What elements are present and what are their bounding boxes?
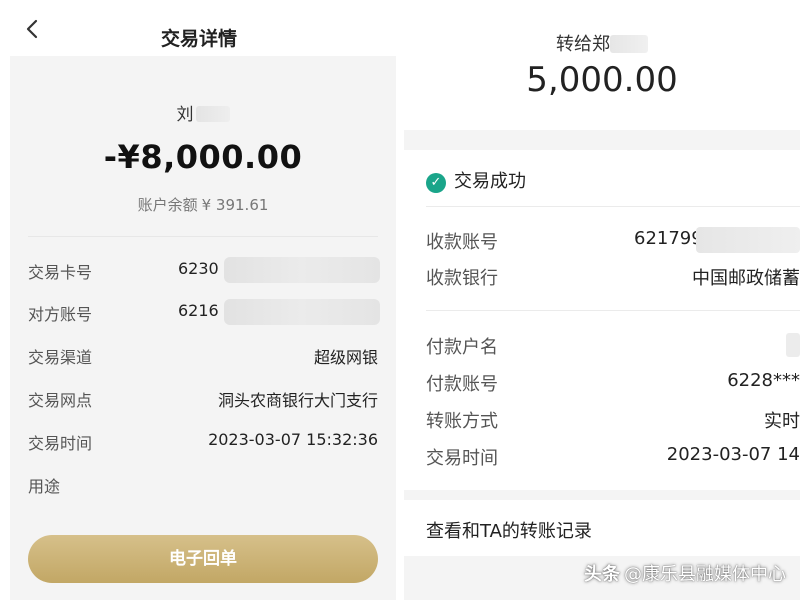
row-purpose: 用途	[10, 471, 396, 497]
divider	[28, 236, 378, 237]
row-value: 6228***	[727, 370, 800, 391]
account-balance: 账户余额 ¥ 391.61	[10, 194, 396, 215]
row-payer-account: 付款账号 6228***	[404, 368, 800, 396]
row-label: 交易卡号	[28, 263, 93, 282]
right-panel: 转给郑 5,000.00 ✓ 交易成功 收款账号 621799 收款银行 中国邮政…	[404, 0, 800, 600]
row-transfer-method: 转账方式 实时	[404, 405, 800, 433]
row-counterparty-account: 对方账号 6216	[10, 299, 396, 325]
payee-name-text: 刘	[176, 105, 194, 125]
watermark: 头条 @康乐县融媒体中心	[584, 560, 786, 586]
row-value: 洞头农商银行大门支行	[217, 391, 378, 410]
redacted-mask	[195, 106, 230, 122]
row-value: 2023-03-07 14	[666, 444, 800, 465]
check-circle-icon: ✓	[426, 173, 446, 193]
row-card-number: 交易卡号 6230	[10, 257, 396, 283]
transaction-amount: -¥8,000.00	[103, 138, 303, 176]
transaction-detail-card: 刘 -¥8,000.00 账户余额 ¥ 391.61 交易卡号 6230 对方账号…	[10, 56, 396, 600]
left-panel: 交易详情 刘 -¥8,000.00 账户余额 ¥ 391.61 交易卡号 6230…	[0, 0, 398, 600]
row-value: 超级网银	[313, 348, 378, 367]
watermark-logo: 头条	[584, 564, 620, 585]
balance-label: 账户余额	[137, 196, 198, 214]
row-label: 付款账号	[426, 374, 498, 395]
e-receipt-button[interactable]: 电子回单	[28, 535, 378, 583]
row-value: 6230	[178, 259, 219, 278]
row-value: 621799	[634, 228, 703, 249]
status-badge: ✓ 交易成功	[426, 167, 526, 193]
row-time: 交易时间 2023-03-07 15:32:36	[10, 428, 396, 454]
divider	[426, 206, 800, 207]
row-label: 交易网点	[28, 391, 93, 410]
payee-name: 刘	[10, 100, 396, 125]
row-label: 交易时间	[426, 448, 498, 469]
row-label: 收款银行	[426, 268, 498, 289]
row-label: 交易渠道	[28, 348, 93, 367]
redacted-mask	[224, 257, 380, 283]
balance-value: ¥ 391.61	[201, 196, 269, 214]
row-time: 交易时间 2023-03-07 14	[404, 442, 800, 470]
row-label: 交易时间	[28, 434, 93, 453]
status-text: 交易成功	[454, 171, 526, 192]
page-title: 交易详情	[160, 28, 237, 50]
transfer-recipient: 转给郑	[404, 30, 800, 56]
redacted-mask	[786, 333, 800, 357]
nav-bar: 交易详情	[0, 0, 398, 56]
transfer-detail-card: ✓ 交易成功 收款账号 621799 收款银行 中国邮政储蓄 付款户名 付款账号 …	[404, 150, 800, 490]
row-value: 6216	[178, 301, 219, 320]
row-value: 2023-03-07 15:32:36	[208, 430, 378, 449]
row-branch: 交易网点 洞头农商银行大门支行	[10, 385, 396, 411]
transfer-recipient-text: 转给郑	[556, 34, 610, 55]
row-value: 中国邮政储蓄	[692, 268, 800, 289]
watermark-text: @康乐县融媒体中心	[624, 564, 786, 585]
transfer-history-link-text[interactable]: 查看和TA的转账记录	[426, 517, 592, 543]
row-payer-name: 付款户名	[404, 331, 800, 359]
row-payee-account: 收款账号 621799	[404, 226, 800, 254]
row-channel: 交易渠道 超级网银	[10, 342, 396, 368]
row-label: 付款户名	[426, 337, 498, 358]
redacted-mask	[696, 227, 800, 253]
transfer-amount: 5,000.00	[526, 60, 678, 100]
redacted-mask	[224, 299, 380, 325]
transfer-history-link[interactable]: 查看和TA的转账记录	[404, 500, 800, 556]
divider	[426, 310, 800, 311]
row-value: 实时	[764, 411, 800, 432]
transfer-header: 转给郑 5,000.00	[404, 0, 800, 130]
row-label: 用途	[28, 477, 61, 496]
redacted-mask	[610, 35, 648, 53]
row-label: 收款账号	[426, 232, 498, 253]
row-payee-bank: 收款银行 中国邮政储蓄	[404, 262, 800, 290]
row-label: 对方账号	[28, 305, 93, 324]
row-label: 转账方式	[426, 411, 498, 432]
